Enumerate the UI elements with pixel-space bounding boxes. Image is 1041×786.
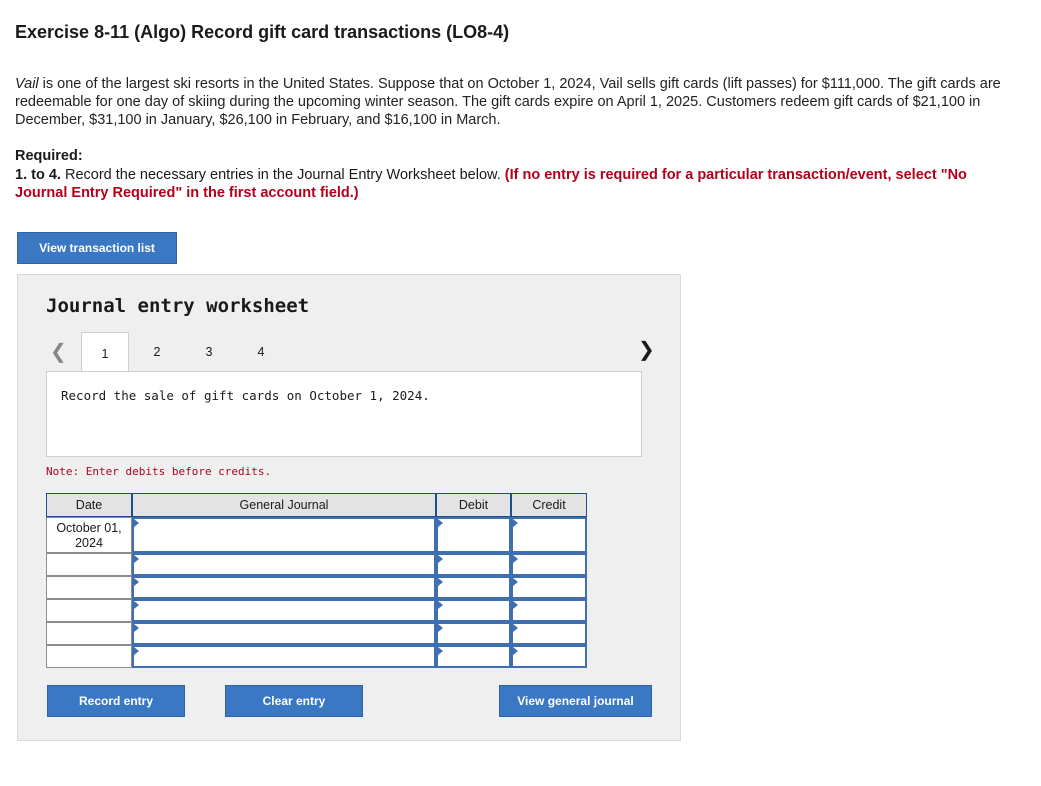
dropdown-arrow-icon [438,647,443,655]
dropdown-arrow-icon [438,624,443,632]
chevron-right-icon[interactable]: ❯ [638,337,655,361]
date-cell [46,645,132,668]
tab-4[interactable]: 4 [237,332,285,372]
account-input[interactable] [132,599,436,622]
debit-input[interactable] [436,599,511,622]
chevron-left-icon[interactable]: ❮ [50,339,67,363]
debit-input[interactable] [436,553,511,576]
tab-1[interactable]: 1 [81,332,129,374]
dropdown-arrow-icon [513,647,518,655]
column-header-debit: Debit [436,493,511,517]
dropdown-arrow-icon [438,519,443,527]
dropdown-arrow-icon [513,624,518,632]
dropdown-arrow-icon [513,519,518,527]
dropdown-arrow-icon [134,647,139,655]
entry-note: Note: Enter debits before credits. [46,465,272,478]
credit-input[interactable] [511,599,587,622]
date-cell [46,553,132,576]
view-general-journal-button[interactable]: View general journal [499,685,652,717]
transaction-description-box: Record the sale of gift cards on October… [46,371,642,457]
date-line-2: 2024 [75,536,103,550]
clear-entry-button[interactable]: Clear entry [225,685,363,717]
dropdown-arrow-icon [134,519,139,527]
journal-entry-worksheet: Journal entry worksheet ❮ 1 2 3 4 ❯ Reco… [17,274,681,741]
dropdown-arrow-icon [513,601,518,609]
column-header-credit: Credit [511,493,587,517]
date-line-1: October 01, [56,521,122,535]
credit-input[interactable] [511,645,587,668]
account-input[interactable] [132,517,436,553]
dropdown-arrow-icon [134,555,139,563]
column-header-general-journal: General Journal [132,493,436,517]
view-transaction-list-button[interactable]: View transaction list [17,232,177,264]
debit-input[interactable] [436,517,511,553]
date-cell [46,599,132,622]
intro-italic-lead: Vail [15,76,39,92]
date-cell [46,622,132,645]
credit-input[interactable] [511,553,587,576]
required-text: Record the necessary entries in the Jour… [60,167,505,183]
dropdown-arrow-icon [513,555,518,563]
dropdown-arrow-icon [438,601,443,609]
account-input[interactable] [132,576,436,599]
account-input[interactable] [132,622,436,645]
tab-3[interactable]: 3 [185,332,233,372]
date-cell [46,576,132,599]
intro-text: is one of the largest ski resorts in the… [15,76,1001,128]
dropdown-arrow-icon [134,624,139,632]
dropdown-arrow-icon [513,578,518,586]
dropdown-arrow-icon [134,578,139,586]
date-cell: October 01, 2024 [46,517,132,553]
tab-2[interactable]: 2 [133,332,181,372]
credit-input[interactable] [511,622,587,645]
problem-intro: Vail is one of the largest ski resorts i… [15,75,1015,129]
dropdown-arrow-icon [438,578,443,586]
credit-input[interactable] [511,517,587,553]
debit-input[interactable] [436,645,511,668]
record-entry-button[interactable]: Record entry [47,685,185,717]
account-input[interactable] [132,553,436,576]
dropdown-arrow-icon [134,601,139,609]
dropdown-arrow-icon [438,555,443,563]
debit-input[interactable] [436,576,511,599]
column-header-date: Date [46,493,132,517]
required-label: Required: [15,148,83,164]
worksheet-title: Journal entry worksheet [46,295,310,317]
transaction-description: Record the sale of gift cards on October… [61,388,430,403]
page-title: Exercise 8-11 (Algo) Record gift card tr… [15,22,510,42]
required-instructions: 1. to 4. Record the necessary entries in… [15,166,1015,202]
required-bold-lead: 1. to 4. [15,167,61,183]
debit-input[interactable] [436,622,511,645]
credit-input[interactable] [511,576,587,599]
account-input[interactable] [132,645,436,668]
